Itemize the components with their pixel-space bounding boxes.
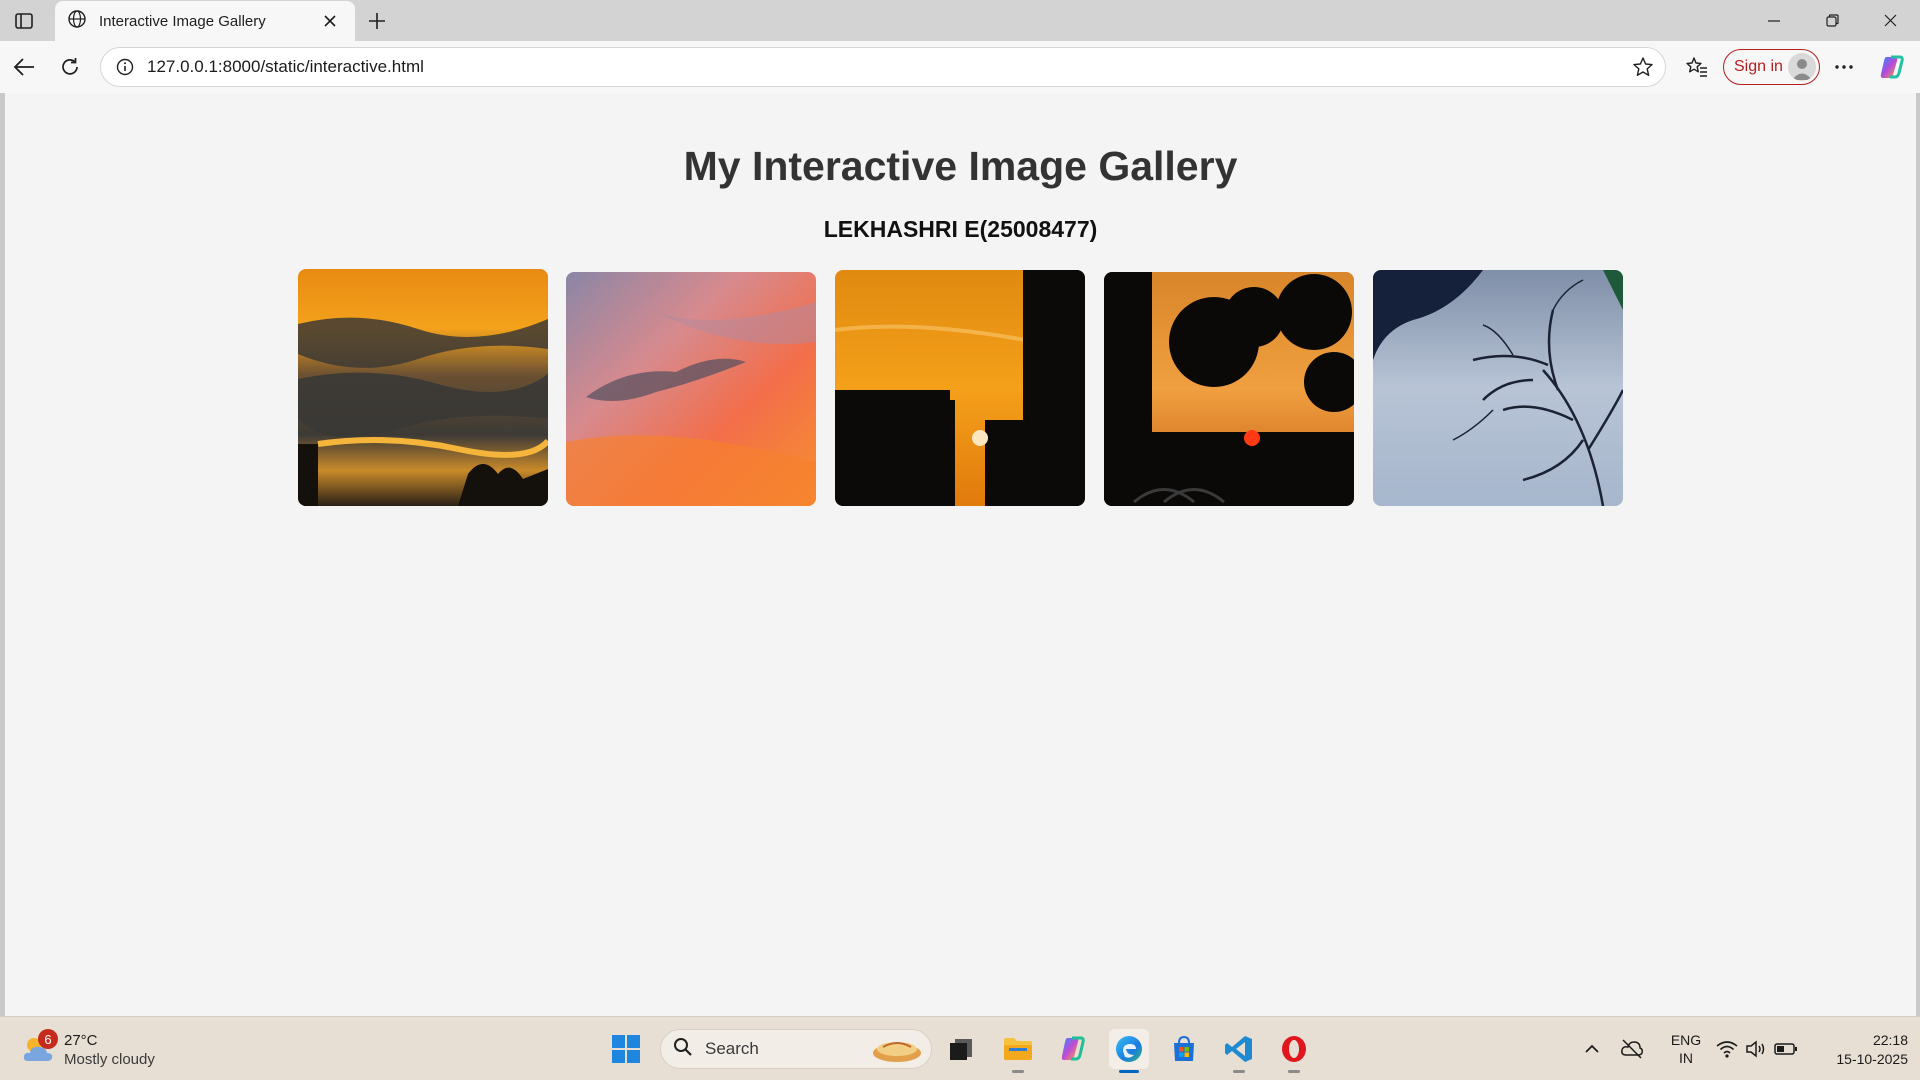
back-arrow-icon[interactable] bbox=[8, 51, 40, 83]
close-window-icon[interactable] bbox=[1862, 0, 1918, 41]
running-indicator bbox=[1288, 1070, 1300, 1073]
restore-icon[interactable] bbox=[1804, 0, 1860, 41]
weather-widget[interactable]: 6 27°C Mostly cloudy bbox=[20, 1029, 180, 1071]
page-subtitle: LEKHASHRI E(25008477) bbox=[823, 216, 1098, 242]
opera-browser-icon[interactable] bbox=[1274, 1029, 1314, 1073]
browser-tab-strip: Interactive Image Gallery bbox=[0, 0, 1920, 41]
copilot-app-icon[interactable] bbox=[1053, 1029, 1093, 1069]
gallery-image-2[interactable] bbox=[566, 272, 816, 506]
language-code: ENG bbox=[1670, 1032, 1702, 1048]
taskbar: 6 27°C Mostly cloudy Search ENG IN 22:18… bbox=[0, 1016, 1920, 1080]
microsoft-store-icon[interactable] bbox=[1164, 1029, 1204, 1069]
search-icon bbox=[673, 1037, 693, 1062]
sign-in-label: Sign in bbox=[1734, 58, 1783, 75]
weather-badge: 6 bbox=[38, 1029, 58, 1049]
taskbar-search[interactable]: Search bbox=[660, 1029, 932, 1069]
search-label: Search bbox=[705, 1039, 759, 1058]
running-indicator bbox=[1233, 1070, 1245, 1073]
globe-icon bbox=[67, 9, 87, 34]
weather-temp: 27°C bbox=[64, 1032, 98, 1049]
info-icon[interactable] bbox=[113, 55, 137, 79]
page-title: My Interactive Image Gallery bbox=[683, 143, 1238, 189]
tab-actions-icon[interactable] bbox=[10, 8, 38, 34]
clock-time: 22:18 bbox=[1872, 1032, 1908, 1048]
tab-title: Interactive Image Gallery bbox=[99, 12, 266, 30]
favorites-icon[interactable] bbox=[1681, 51, 1713, 83]
browser-toolbar: 127.0.0.1:8000/static/interactive.html S… bbox=[0, 41, 1920, 93]
vscode-icon[interactable] bbox=[1219, 1029, 1259, 1073]
search-highlight-icon bbox=[869, 1033, 925, 1065]
task-view-icon[interactable] bbox=[941, 1029, 981, 1069]
gallery-image-4[interactable] bbox=[1104, 272, 1354, 506]
chevron-up-icon[interactable] bbox=[1578, 1035, 1606, 1063]
active-indicator bbox=[1119, 1070, 1139, 1073]
edge-browser-icon[interactable] bbox=[1109, 1029, 1149, 1073]
page-viewport: My Interactive Image Gallery LEKHASHRI E… bbox=[5, 93, 1916, 1016]
url-text: 127.0.0.1:8000/static/interactive.html bbox=[147, 57, 424, 76]
language-indicator[interactable]: ENG IN bbox=[1664, 1031, 1708, 1067]
clock-date: 15-10-2025 bbox=[1836, 1051, 1908, 1067]
gallery-image-5[interactable] bbox=[1373, 270, 1623, 506]
profile-icon bbox=[1788, 53, 1816, 81]
region-code: IN bbox=[1679, 1050, 1693, 1066]
sign-in-button[interactable]: Sign in bbox=[1723, 49, 1820, 85]
star-icon[interactable] bbox=[1625, 49, 1661, 85]
cloud-offline-icon[interactable] bbox=[1618, 1035, 1646, 1063]
windows-start-icon[interactable] bbox=[608, 1031, 644, 1067]
refresh-icon[interactable] bbox=[54, 51, 86, 83]
address-bar[interactable]: 127.0.0.1:8000/static/interactive.html bbox=[100, 47, 1666, 87]
more-icon[interactable] bbox=[1828, 51, 1860, 83]
minimize-icon[interactable] bbox=[1746, 0, 1802, 41]
close-icon[interactable] bbox=[317, 8, 343, 34]
battery-icon[interactable] bbox=[1772, 1035, 1800, 1063]
weather-desc: Mostly cloudy bbox=[64, 1051, 155, 1068]
file-explorer-icon[interactable] bbox=[998, 1029, 1038, 1073]
copilot-icon[interactable] bbox=[1876, 51, 1908, 83]
gallery-image-1[interactable] bbox=[298, 269, 548, 506]
browser-tab-active[interactable]: Interactive Image Gallery bbox=[55, 1, 355, 41]
system-clock[interactable]: 22:18 15-10-2025 bbox=[1808, 1031, 1908, 1069]
volume-icon[interactable] bbox=[1742, 1035, 1770, 1063]
running-indicator bbox=[1012, 1070, 1024, 1073]
plus-icon[interactable] bbox=[362, 6, 392, 36]
wifi-icon[interactable] bbox=[1713, 1035, 1741, 1063]
gallery-image-3[interactable] bbox=[835, 270, 1085, 506]
